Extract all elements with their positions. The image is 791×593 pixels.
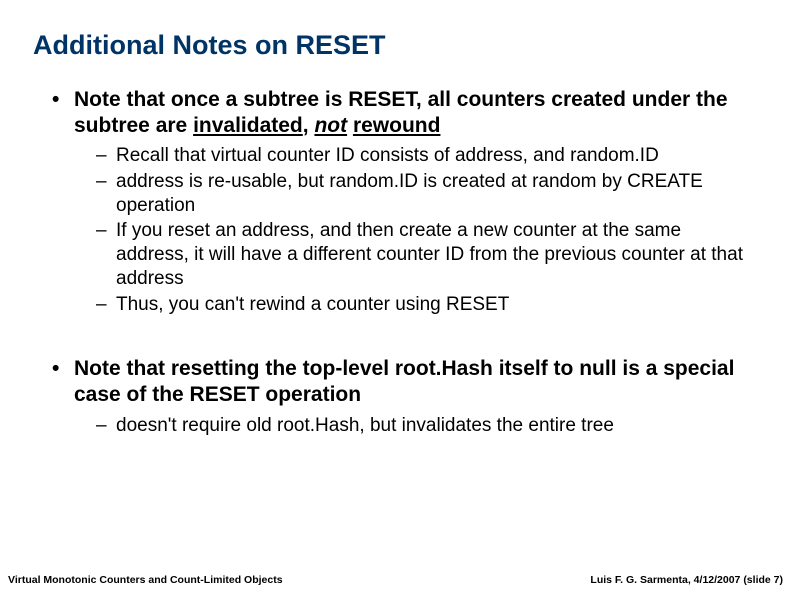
bullet-list: Note that once a subtree is RESET, all c… bbox=[30, 87, 761, 316]
bullet-2-text: Note that resetting the top-level root.H… bbox=[74, 357, 734, 406]
sub-bullet: Recall that virtual counter ID consists … bbox=[96, 144, 751, 168]
bullet-2-subs: doesn't require old root.Hash, but inval… bbox=[74, 414, 751, 438]
bullet-1-italic-underline: not bbox=[314, 114, 347, 137]
sub-bullet: If you reset an address, and then create… bbox=[96, 219, 751, 290]
bullet-1: Note that once a subtree is RESET, all c… bbox=[52, 87, 751, 316]
footer-left: Virtual Monotonic Counters and Count-Lim… bbox=[8, 574, 283, 586]
sub-bullet: address is re-usable, but random.ID is c… bbox=[96, 170, 751, 218]
bullet-1-underline-2: rewound bbox=[353, 114, 441, 137]
footer: Virtual Monotonic Counters and Count-Lim… bbox=[8, 574, 783, 586]
footer-right: Luis F. G. Sarmenta, 4/12/2007 (slide 7) bbox=[590, 574, 783, 586]
bullet-1-subs: Recall that virtual counter ID consists … bbox=[74, 144, 751, 316]
sub-bullet: doesn't require old root.Hash, but inval… bbox=[96, 414, 751, 438]
spacer bbox=[30, 322, 761, 356]
bullet-1-underline-1: invalidated bbox=[193, 114, 303, 137]
slide: Additional Notes on RESET Note that once… bbox=[0, 0, 791, 593]
bullet-list-2: Note that resetting the top-level root.H… bbox=[30, 356, 761, 437]
sub-bullet: Thus, you can't rewind a counter using R… bbox=[96, 293, 751, 317]
bullet-2: Note that resetting the top-level root.H… bbox=[52, 356, 751, 437]
slide-title: Additional Notes on RESET bbox=[33, 30, 761, 61]
bullet-1-mid: , bbox=[303, 114, 315, 137]
